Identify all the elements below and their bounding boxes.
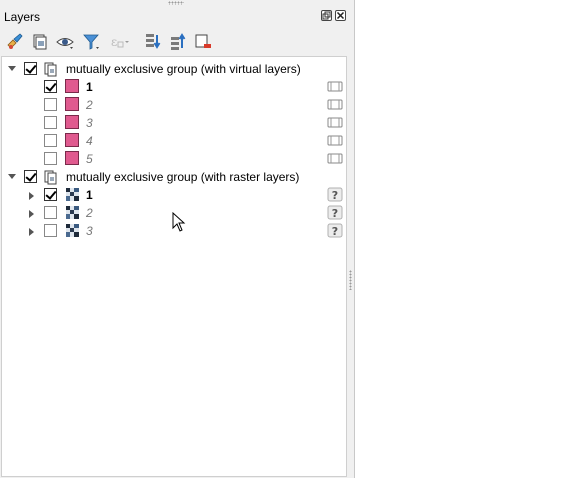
panel-resize-grip[interactable] bbox=[349, 270, 352, 290]
layer-label: 1 bbox=[86, 188, 93, 202]
virtual-layer-indicator[interactable] bbox=[327, 79, 343, 94]
svg-text:ε: ε bbox=[111, 35, 117, 49]
expand-arrow-icon[interactable] bbox=[29, 192, 34, 200]
virtual-layer-icon bbox=[327, 135, 343, 146]
style-brush-icon bbox=[7, 33, 23, 49]
group-row-raster[interactable]: mutually exclusive group (with raster la… bbox=[2, 168, 346, 186]
layer-visibility-checkbox[interactable] bbox=[44, 134, 57, 147]
collapse-arrow-icon[interactable] bbox=[8, 174, 16, 179]
expression-filter-button[interactable]: ε bbox=[107, 31, 129, 53]
layers-toolbar: ε bbox=[4, 31, 344, 53]
layer-row[interactable]: 5 bbox=[2, 150, 346, 168]
question-mark-icon: ? bbox=[327, 223, 343, 238]
unknown-crs-indicator[interactable]: ? bbox=[327, 205, 343, 220]
remove-layer-icon bbox=[195, 34, 211, 48]
virtual-layer-indicator[interactable] bbox=[327, 151, 343, 166]
remove-layer-button[interactable] bbox=[192, 31, 214, 53]
raster-layer-icon bbox=[66, 206, 79, 219]
layer-visibility-checkbox[interactable] bbox=[44, 98, 57, 111]
filter-legend-button[interactable] bbox=[80, 31, 102, 53]
virtual-layer-indicator[interactable] bbox=[327, 133, 343, 148]
question-mark-icon: ? bbox=[327, 205, 343, 220]
layer-label: 3 bbox=[86, 116, 93, 130]
group-folder-icon bbox=[44, 62, 57, 77]
layer-row[interactable]: 1 bbox=[2, 78, 346, 96]
expression-filter-icon: ε bbox=[111, 35, 129, 49]
group-row-virtual[interactable]: mutually exclusive group (with virtual l… bbox=[2, 60, 346, 78]
expand-all-icon bbox=[146, 34, 161, 49]
virtual-layer-indicator[interactable] bbox=[327, 115, 343, 130]
layer-row[interactable]: 3 bbox=[2, 114, 346, 132]
collapse-all-button[interactable] bbox=[167, 31, 189, 53]
layer-symbol-swatch bbox=[65, 79, 79, 93]
mouse-pointer-icon bbox=[172, 212, 186, 232]
panel-title: Layers bbox=[4, 10, 41, 24]
unknown-crs-indicator[interactable]: ? bbox=[327, 187, 343, 202]
layer-symbol-swatch bbox=[65, 115, 79, 129]
group-folder-icon bbox=[44, 170, 57, 185]
add-group-icon bbox=[33, 34, 47, 50]
close-icon bbox=[336, 11, 345, 20]
group-label: mutually exclusive group (with raster la… bbox=[66, 170, 300, 184]
raster-layer-icon bbox=[66, 188, 79, 201]
layers-panel: Layers ε mutually exclusive group (with … bbox=[0, 0, 355, 478]
layer-label: 1 bbox=[86, 80, 93, 94]
svg-text:?: ? bbox=[332, 189, 338, 202]
expand-arrow-icon[interactable] bbox=[29, 228, 34, 236]
add-group-button[interactable] bbox=[29, 31, 51, 53]
filter-funnel-icon bbox=[83, 34, 99, 50]
collapse-all-icon bbox=[171, 33, 186, 50]
raster-layer-icon bbox=[66, 224, 79, 237]
virtual-layer-indicator[interactable] bbox=[327, 97, 343, 112]
layer-visibility-checkbox[interactable] bbox=[44, 224, 57, 237]
layer-symbol-swatch bbox=[65, 133, 79, 147]
float-panel-button[interactable] bbox=[321, 10, 332, 21]
layer-row[interactable]: 2 bbox=[2, 96, 346, 114]
close-panel-button[interactable] bbox=[335, 10, 346, 21]
style-manager-button[interactable] bbox=[4, 31, 26, 53]
expand-all-button[interactable] bbox=[142, 31, 164, 53]
unknown-crs-indicator[interactable]: ? bbox=[327, 223, 343, 238]
app-canvas: Layers ε mutually exclusive group (with … bbox=[0, 0, 577, 478]
svg-text:?: ? bbox=[332, 207, 338, 220]
virtual-layer-icon bbox=[327, 81, 343, 92]
virtual-layer-icon bbox=[327, 99, 343, 110]
layer-symbol-swatch bbox=[65, 151, 79, 165]
panel-drag-grip[interactable] bbox=[168, 1, 184, 5]
layer-row[interactable]: 4 bbox=[2, 132, 346, 150]
question-mark-icon: ? bbox=[327, 187, 343, 202]
group-visibility-checkbox[interactable] bbox=[24, 62, 37, 75]
layer-visibility-checkbox[interactable] bbox=[44, 116, 57, 129]
visibility-button[interactable] bbox=[54, 31, 76, 53]
layer-label: 3 bbox=[86, 224, 93, 238]
svg-text:?: ? bbox=[332, 225, 338, 238]
layer-row[interactable]: 1 ? bbox=[2, 186, 346, 204]
virtual-layer-icon bbox=[327, 153, 343, 164]
layer-visibility-checkbox[interactable] bbox=[44, 188, 57, 201]
expand-arrow-icon[interactable] bbox=[29, 210, 34, 218]
collapse-arrow-icon[interactable] bbox=[8, 66, 16, 71]
group-label: mutually exclusive group (with virtual l… bbox=[66, 62, 301, 76]
float-icon bbox=[322, 11, 331, 20]
layer-label: 4 bbox=[86, 134, 93, 148]
virtual-layer-icon bbox=[327, 117, 343, 128]
layer-symbol-swatch bbox=[65, 97, 79, 111]
group-visibility-checkbox[interactable] bbox=[24, 170, 37, 183]
layer-label: 5 bbox=[86, 152, 93, 166]
layer-visibility-checkbox[interactable] bbox=[44, 152, 57, 165]
visibility-eye-icon bbox=[56, 38, 74, 49]
layer-label: 2 bbox=[86, 206, 93, 220]
layer-visibility-checkbox[interactable] bbox=[44, 206, 57, 219]
layer-visibility-checkbox[interactable] bbox=[44, 80, 57, 93]
layer-label: 2 bbox=[86, 98, 93, 112]
layer-tree[interactable]: mutually exclusive group (with virtual l… bbox=[1, 56, 347, 477]
